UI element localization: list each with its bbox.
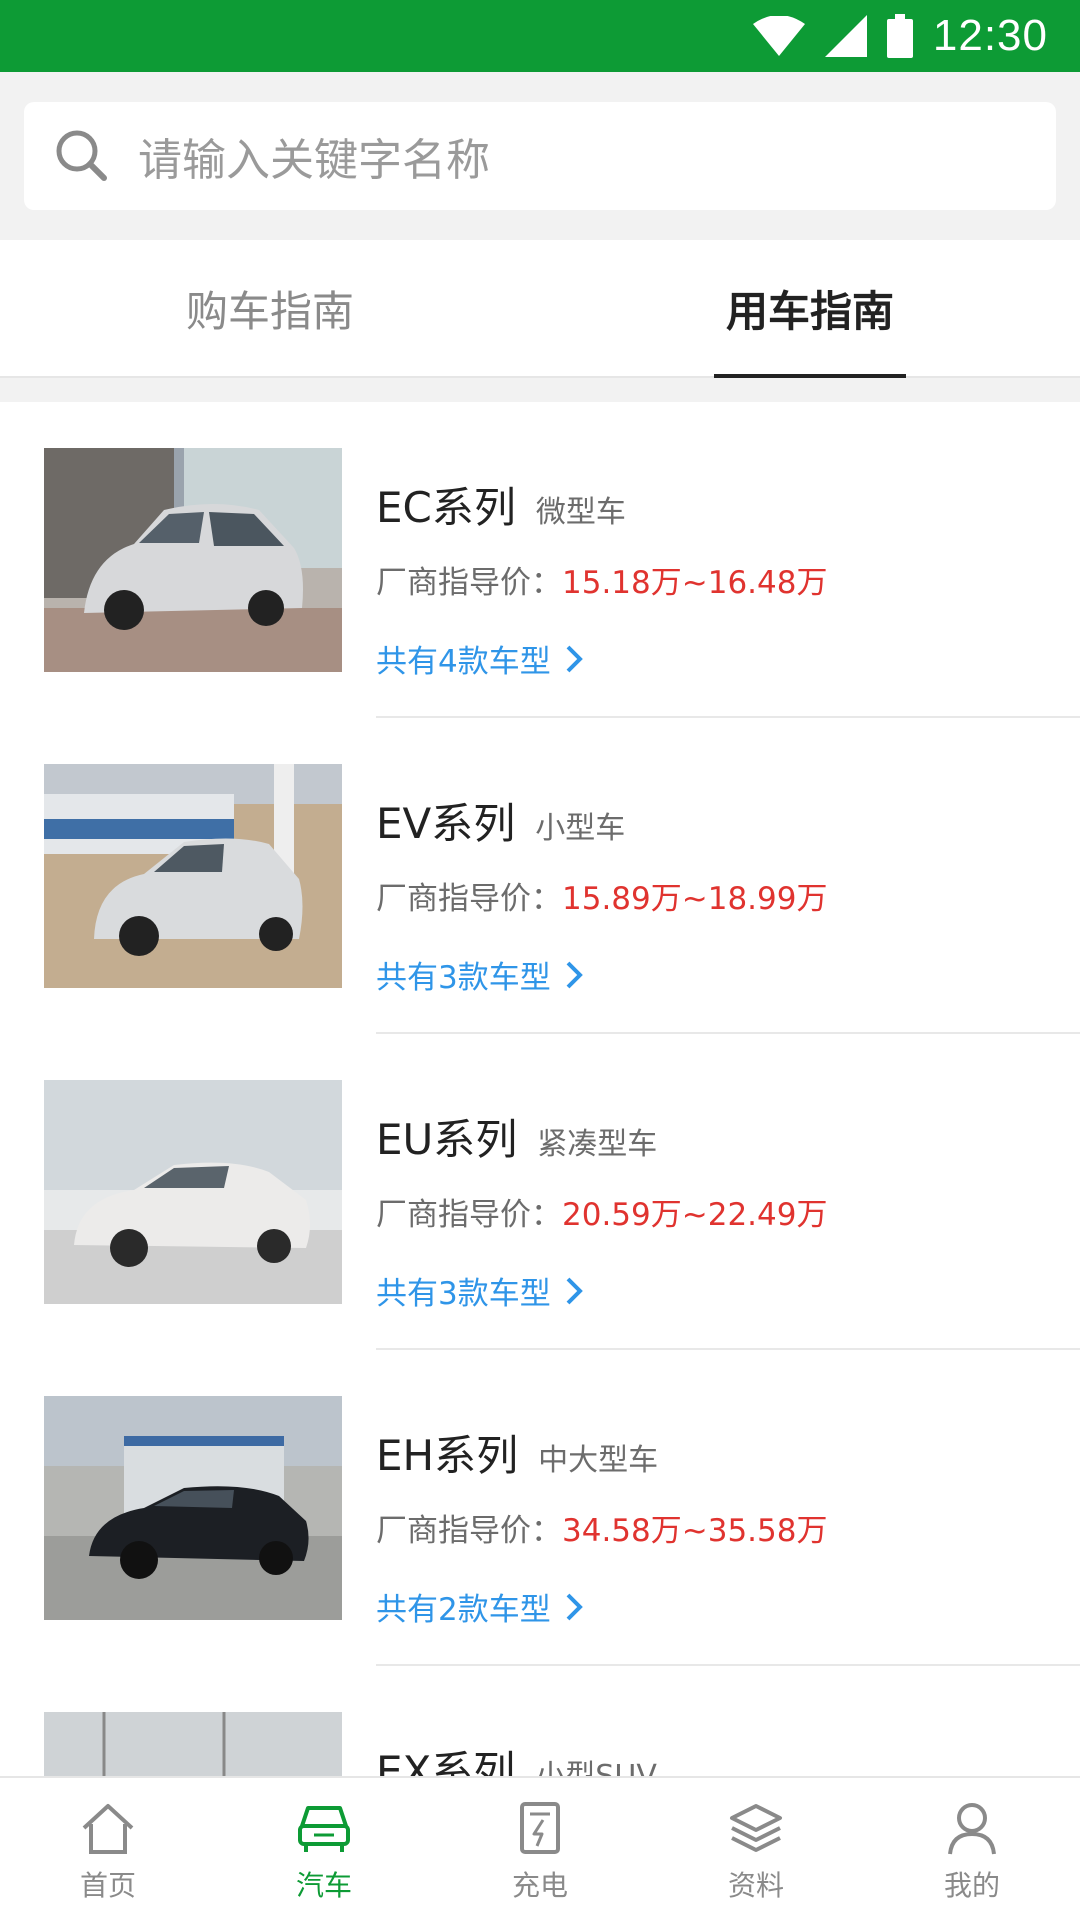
car-thumbnail <box>44 448 342 672</box>
car-thumbnail <box>44 1396 342 1620</box>
title-row: EV系列 小型车 <box>376 790 1080 851</box>
nav-label: 资料 <box>727 1869 784 1902</box>
series-name: EH系列 <box>376 1431 519 1480</box>
series-name: EC系列 <box>376 483 516 532</box>
bottom-nav: 首页 汽车 充电 资料 我的 <box>0 1776 1080 1920</box>
list-item[interactable]: EV系列 小型车 厂商指导价：15.89万~18.99万 共有3款车型 <box>0 718 1080 1034</box>
models-link[interactable]: 共有3款车型 <box>376 1268 1080 1313</box>
title-row: EU系列 紧凑型车 <box>376 1106 1080 1167</box>
car-info: EV系列 小型车 厂商指导价：15.89万~18.99万 共有3款车型 <box>376 790 1080 997</box>
section-gap <box>0 378 1080 402</box>
models-count: 共有2款车型 <box>376 1592 551 1628</box>
car-info: EH系列 中大型车 厂商指导价：34.58万~35.58万 共有2款车型 <box>376 1422 1080 1629</box>
title-row: EH系列 中大型车 <box>376 1422 1080 1483</box>
charging-icon <box>520 1802 560 1854</box>
nav-label: 充电 <box>511 1869 568 1902</box>
app-screen: 12:30 请输入关键字名称 购车指南 用车指南 EC系列 微型车 厂商指导价：… <box>0 0 1080 1920</box>
wifi-icon <box>752 16 805 56</box>
search-area: 请输入关键字名称 <box>0 72 1080 240</box>
price-row: 厂商指导价：15.89万~18.99万 <box>376 873 1080 918</box>
car-category: 微型车 <box>535 495 626 530</box>
nav-home[interactable]: 首页 <box>0 1778 216 1920</box>
models-link[interactable]: 共有2款车型 <box>376 1584 1080 1629</box>
battery-icon <box>886 14 913 58</box>
tab-bar: 购车指南 用车指南 <box>0 240 1080 378</box>
car-info: EU系列 紧凑型车 厂商指导价：20.59万~22.49万 共有3款车型 <box>376 1106 1080 1313</box>
status-time: 12:30 <box>932 11 1048 60</box>
models-count: 共有4款车型 <box>376 644 551 680</box>
models-link[interactable]: 共有4款车型 <box>376 636 1080 681</box>
list-item[interactable]: EC系列 微型车 厂商指导价：15.18万~16.48万 共有4款车型 <box>0 402 1080 718</box>
tab-label: 购车指南 <box>185 286 354 336</box>
car-thumbnail <box>44 764 342 988</box>
price-value: 15.89万~18.99万 <box>562 881 828 917</box>
nav-label: 汽车 <box>295 1869 352 1902</box>
price-label: 厂商指导价： <box>376 565 562 601</box>
nav-profile[interactable]: 我的 <box>864 1778 1080 1920</box>
car-icon <box>298 1806 350 1852</box>
list-item[interactable]: EH系列 中大型车 厂商指导价：34.58万~35.58万 共有2款车型 <box>0 1350 1080 1666</box>
home-icon <box>82 1804 134 1854</box>
chevron-right-icon <box>566 961 583 988</box>
layers-icon <box>730 1804 782 1852</box>
price-value: 20.59万~22.49万 <box>562 1197 828 1233</box>
list-item[interactable]: EU系列 紧凑型车 厂商指导价：20.59万~22.49万 共有3款车型 <box>0 1034 1080 1350</box>
title-row: EC系列 微型车 <box>376 474 1080 535</box>
nav-resources[interactable]: 资料 <box>648 1778 864 1920</box>
status-bar: 12:30 <box>0 0 1080 72</box>
chevron-right-icon <box>566 1593 583 1620</box>
search-input[interactable]: 请输入关键字名称 <box>24 102 1056 210</box>
series-name: EV系列 <box>376 799 516 848</box>
chevron-right-icon <box>566 1277 583 1304</box>
price-row: 厂商指导价：20.59万~22.49万 <box>376 1189 1080 1234</box>
series-name: EU系列 <box>376 1115 518 1164</box>
search-icon <box>56 130 107 181</box>
car-info: EC系列 微型车 厂商指导价：15.18万~16.48万 共有4款车型 <box>376 474 1080 681</box>
car-category: 紧凑型车 <box>537 1127 658 1162</box>
nav-label: 首页 <box>79 1869 136 1902</box>
car-category: 中大型车 <box>538 1443 659 1478</box>
nav-charging[interactable]: 充电 <box>432 1778 648 1920</box>
price-label: 厂商指导价： <box>376 1513 562 1549</box>
search-placeholder: 请输入关键字名称 <box>138 135 490 186</box>
car-series-list: EC系列 微型车 厂商指导价：15.18万~16.48万 共有4款车型 EV系列… <box>0 402 1080 1920</box>
car-category: 小型车 <box>535 811 626 846</box>
models-link[interactable]: 共有3款车型 <box>376 952 1080 997</box>
price-label: 厂商指导价： <box>376 1197 562 1233</box>
price-row: 厂商指导价：34.58万~35.58万 <box>376 1505 1080 1550</box>
nav-label: 我的 <box>943 1869 1000 1902</box>
nav-car[interactable]: 汽车 <box>216 1778 432 1920</box>
price-label: 厂商指导价： <box>376 881 562 917</box>
chevron-right-icon <box>566 645 583 672</box>
price-value: 34.58万~35.58万 <box>562 1513 828 1549</box>
price-row: 厂商指导价：15.18万~16.48万 <box>376 557 1080 602</box>
models-count: 共有3款车型 <box>376 1276 551 1312</box>
price-value: 15.18万~16.48万 <box>562 565 828 601</box>
tab-use-guide[interactable]: 用车指南 <box>540 240 1080 376</box>
tab-label: 用车指南 <box>725 286 894 336</box>
tab-buy-guide[interactable]: 购车指南 <box>0 240 540 376</box>
models-count: 共有3款车型 <box>376 960 551 996</box>
user-icon <box>948 1803 996 1855</box>
signal-icon <box>824 15 867 57</box>
car-thumbnail <box>44 1080 342 1304</box>
